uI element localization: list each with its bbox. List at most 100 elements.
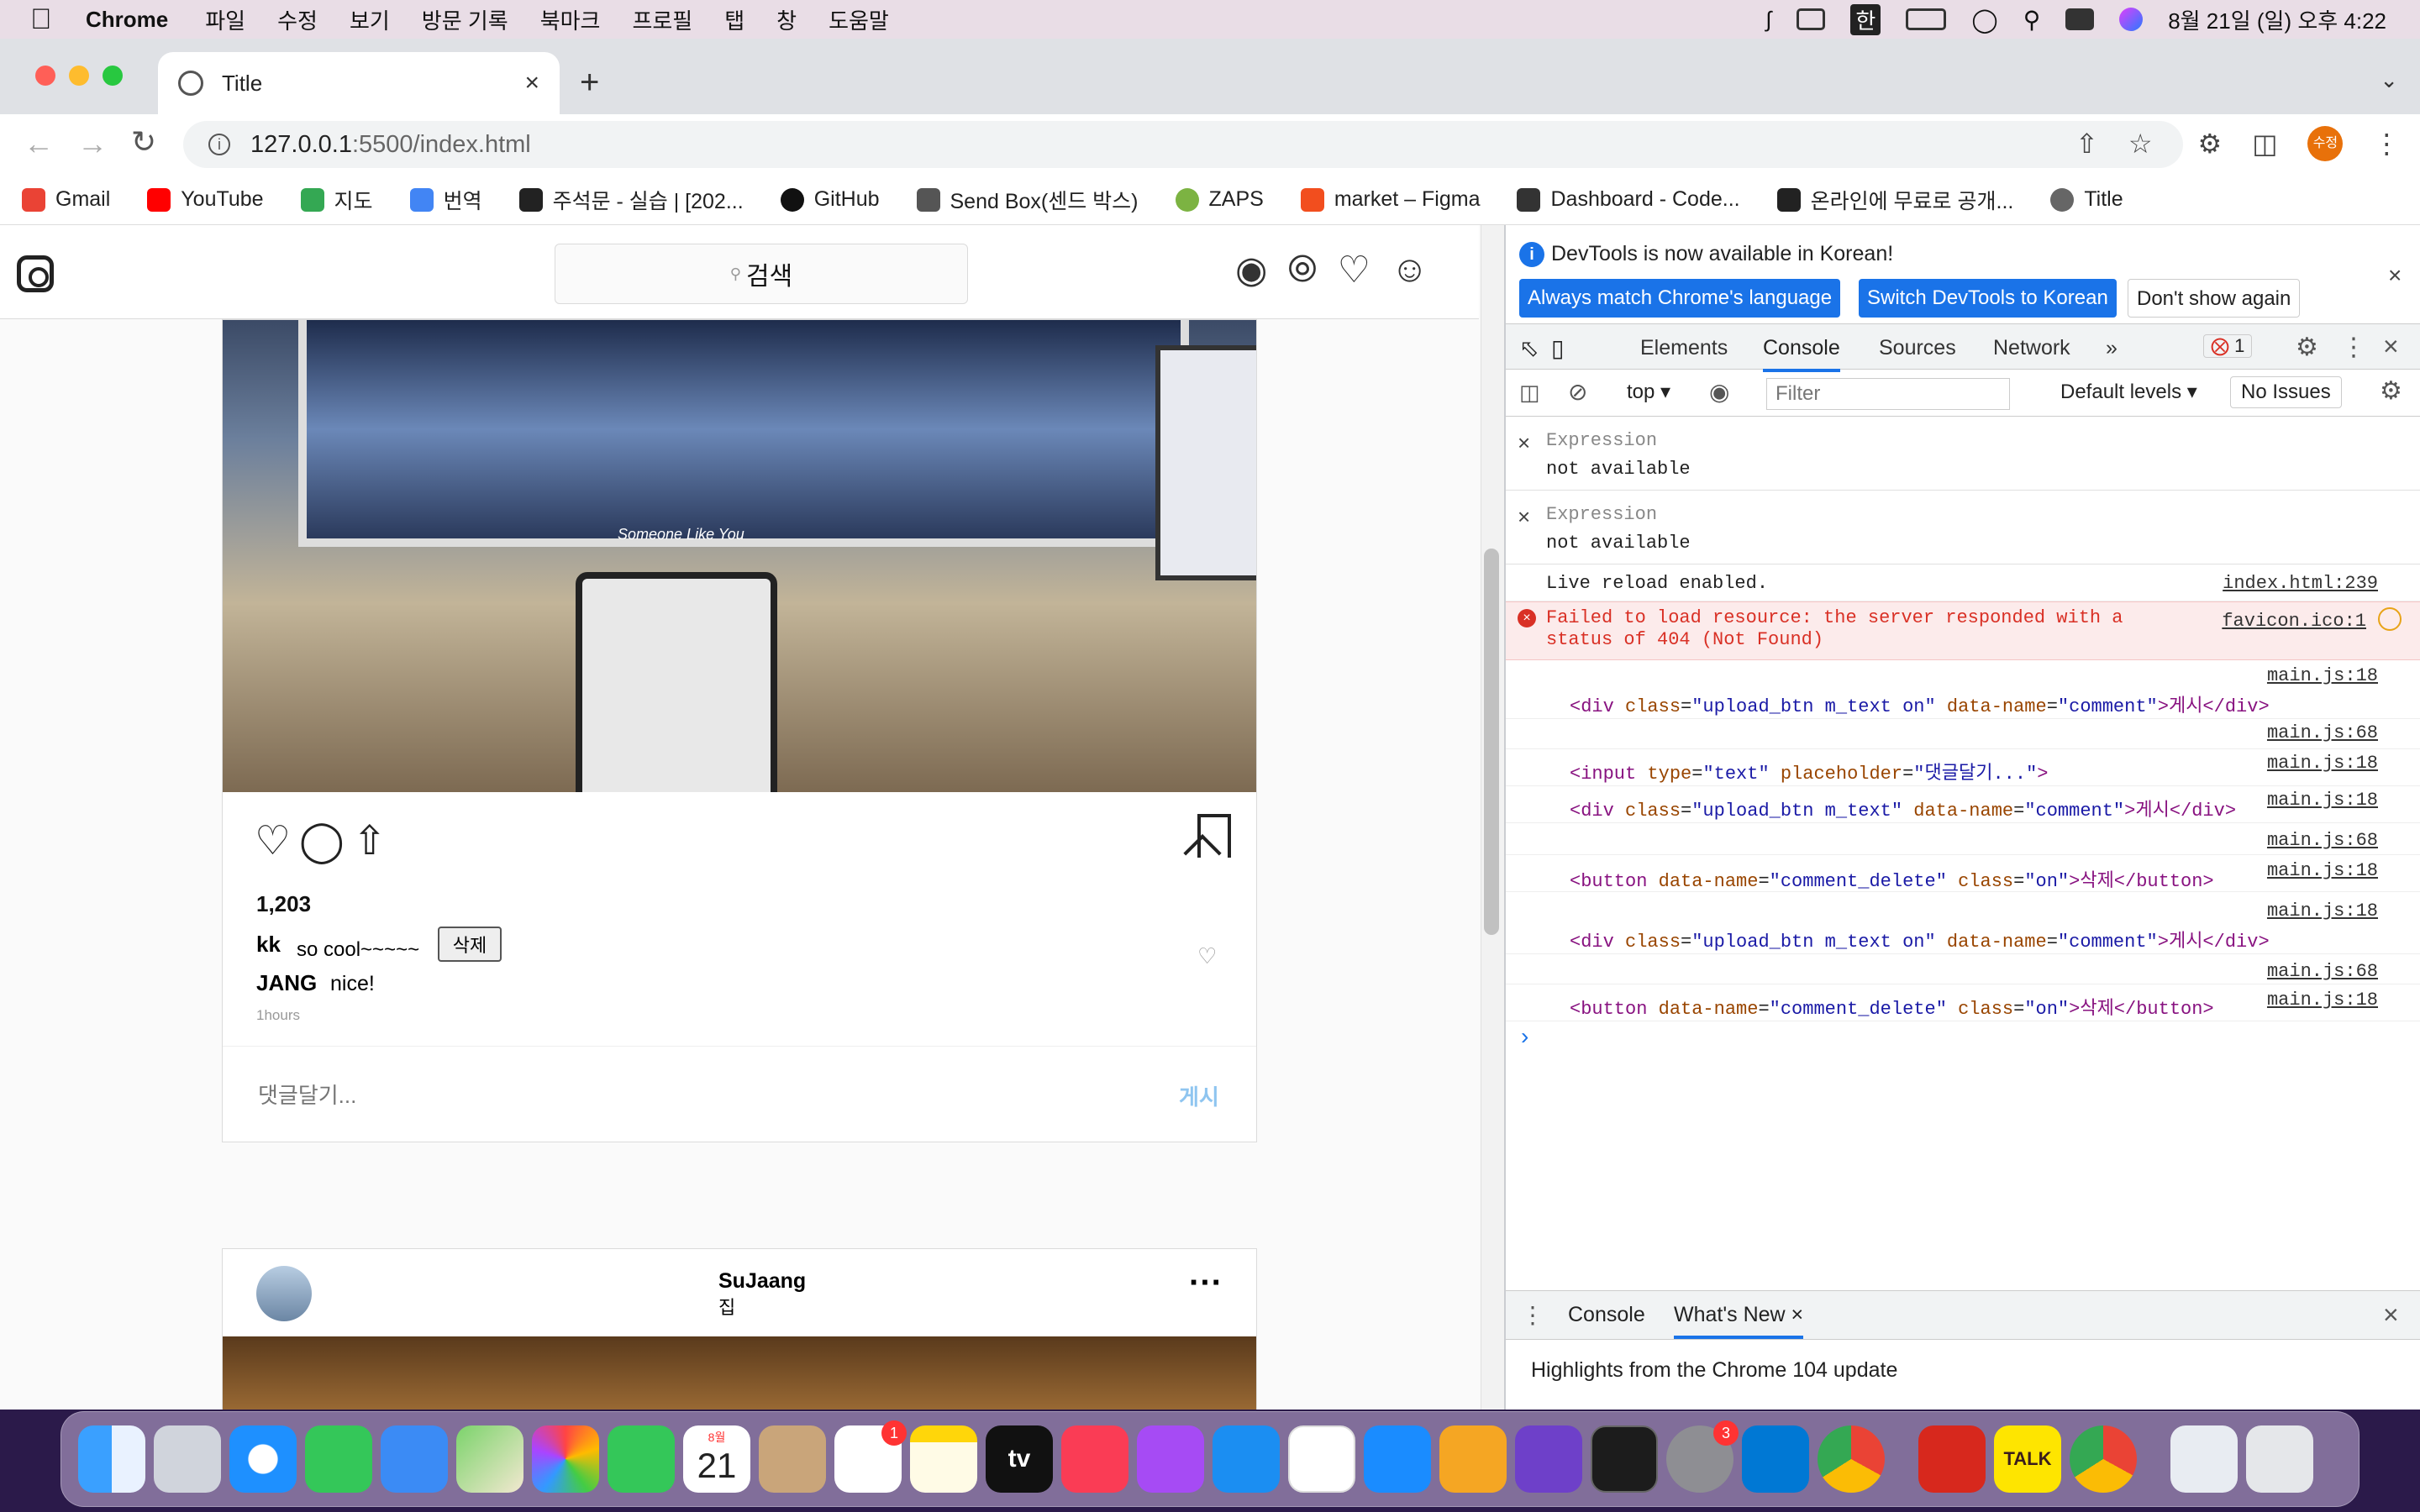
menu-help[interactable]: 도움말 bbox=[829, 4, 889, 35]
app-store-icon[interactable] bbox=[1364, 1425, 1431, 1493]
contacts-icon[interactable] bbox=[759, 1425, 826, 1493]
input-method-icon[interactable]: 한 bbox=[1850, 3, 1881, 35]
match-language-button[interactable]: Always match Chrome's language bbox=[1519, 279, 1841, 318]
facetime-icon[interactable] bbox=[608, 1425, 675, 1493]
log-source-link[interactable]: main.js:18 bbox=[2267, 790, 2378, 811]
messages-icon[interactable] bbox=[305, 1425, 372, 1493]
new-tab-button[interactable]: + bbox=[580, 64, 599, 102]
profile-icon[interactable]: ☺ bbox=[1391, 249, 1428, 291]
log-html[interactable]: <div class="upload_btn m_text on" data-n… bbox=[1570, 926, 2270, 953]
minimize-window-button[interactable] bbox=[69, 66, 89, 86]
comment-delete-button[interactable]: 삭제 bbox=[438, 927, 502, 962]
battery-icon[interactable] bbox=[1906, 8, 1947, 30]
bookmark-figma[interactable]: market – Figma bbox=[1300, 187, 1480, 212]
menu-edit[interactable]: 수정 bbox=[277, 4, 318, 35]
drawer-tab-whats-new[interactable]: What's New × bbox=[1674, 1303, 1804, 1339]
spotlight-icon[interactable]: ⚲ bbox=[2023, 6, 2041, 34]
terminal-icon[interactable] bbox=[1591, 1425, 1658, 1493]
bookmark-star-icon[interactable]: ☆ bbox=[2128, 128, 2153, 160]
remove-expression-icon[interactable]: × bbox=[1518, 430, 1530, 456]
log-html[interactable]: <div class="upload_btn m_text" data-name… bbox=[1570, 795, 2236, 822]
siri-icon[interactable] bbox=[2119, 8, 2144, 31]
expression-label[interactable]: Expression bbox=[1546, 504, 1657, 525]
instagram-logo-icon[interactable] bbox=[17, 255, 54, 292]
log-levels-select[interactable]: Default levels ▾ bbox=[2060, 380, 2197, 404]
github-desktop-icon[interactable] bbox=[1515, 1425, 1582, 1493]
menu-file[interactable]: 파일 bbox=[205, 4, 245, 35]
keynote-icon[interactable] bbox=[1213, 1425, 1280, 1493]
close-devtools-icon[interactable]: × bbox=[2383, 331, 2399, 362]
bookmark-title[interactable]: Title bbox=[2050, 187, 2123, 212]
comment-post-button[interactable]: 게시 bbox=[1179, 1080, 1219, 1111]
close-drawer-tab-icon[interactable]: × bbox=[1791, 1303, 1804, 1326]
site-info-icon[interactable]: i bbox=[208, 134, 230, 155]
console-settings-gear-icon[interactable]: ⚙ bbox=[2380, 376, 2402, 406]
drawer-tab-console[interactable]: Console bbox=[1568, 1303, 1645, 1327]
close-window-button[interactable] bbox=[35, 66, 55, 86]
log-source-link[interactable]: main.js:68 bbox=[2267, 830, 2378, 851]
camera-icon[interactable]: ◉ bbox=[1235, 249, 1267, 291]
trash-icon[interactable] bbox=[2246, 1425, 2313, 1493]
display-icon[interactable] bbox=[1797, 8, 1826, 30]
save-bookmark-icon[interactable] bbox=[1197, 814, 1231, 858]
inspect-element-icon[interactable]: ⬁ bbox=[1519, 334, 1539, 362]
issues-button[interactable]: No Issues bbox=[2230, 376, 2342, 408]
switch-korean-button[interactable]: Switch DevTools to Korean bbox=[1859, 279, 2117, 318]
like-heart-icon[interactable]: ♡ bbox=[255, 817, 291, 864]
tab-sources[interactable]: Sources bbox=[1879, 336, 1956, 360]
network-panel-icon[interactable] bbox=[2378, 607, 2402, 631]
share-icon[interactable]: ⇧ bbox=[353, 817, 387, 864]
maps-icon[interactable] bbox=[456, 1425, 523, 1493]
menu-window[interactable]: 창 bbox=[776, 4, 797, 35]
post-photo[interactable] bbox=[223, 1336, 1256, 1410]
bookmark-gmail[interactable]: Gmail bbox=[22, 187, 110, 212]
tab-search-chevron-icon[interactable]: ⌄ bbox=[2380, 67, 2398, 93]
downloads-stack-icon[interactable] bbox=[2170, 1425, 2238, 1493]
acrobat-icon[interactable] bbox=[1918, 1425, 1986, 1493]
calendar-icon[interactable]: 8월 21 bbox=[683, 1425, 750, 1493]
close-drawer-icon[interactable]: × bbox=[2383, 1299, 2399, 1331]
compass-icon[interactable]: ⦾ bbox=[1287, 249, 1317, 291]
post-username[interactable]: SuJaang bbox=[718, 1269, 806, 1294]
close-banner-icon[interactable]: × bbox=[2388, 262, 2402, 289]
bookmark-youtube[interactable]: YouTube bbox=[147, 187, 264, 212]
menu-app-name[interactable]: Chrome bbox=[86, 7, 168, 33]
comment-like-heart-icon[interactable]: ♡ bbox=[1197, 943, 1217, 969]
bookmark-dashboard[interactable]: Dashboard - Code... bbox=[1517, 187, 1740, 212]
log-source-link[interactable]: main.js:18 bbox=[2267, 990, 2378, 1011]
podcasts-icon[interactable] bbox=[1137, 1425, 1204, 1493]
more-options-icon[interactable]: ··· bbox=[1189, 1264, 1223, 1302]
forward-arrow-icon[interactable]: → bbox=[77, 126, 108, 161]
bookmark-translate[interactable]: 번역 bbox=[409, 185, 482, 215]
bluetooth-icon[interactable]: ∫ bbox=[1765, 7, 1771, 33]
comment-bubble-icon[interactable]: ◯ bbox=[299, 817, 345, 864]
bookmark-online[interactable]: 온라인에 무료로 공개... bbox=[1776, 185, 2013, 215]
tab-network[interactable]: Network bbox=[1993, 336, 2070, 360]
avatar[interactable] bbox=[256, 1266, 312, 1321]
post-photo[interactable]: Someone Like You bbox=[223, 320, 1256, 792]
log-html[interactable]: <button data-name="comment_delete" class… bbox=[1570, 993, 2214, 1020]
log-html[interactable]: <button data-name="comment_delete" class… bbox=[1570, 865, 2214, 892]
error-count-badge[interactable]: ⨂ 1 bbox=[2203, 334, 2253, 358]
safari-icon[interactable] bbox=[229, 1425, 297, 1493]
side-panel-icon[interactable]: ◫ bbox=[2252, 128, 2277, 160]
log-source-link[interactable]: index.html:239 bbox=[2223, 573, 2378, 594]
chrome-icon[interactable] bbox=[1818, 1425, 1885, 1493]
dont-show-again-button[interactable]: Don't show again bbox=[2128, 279, 2301, 318]
log-html[interactable]: <input type="text" placeholder="댓글달기..."… bbox=[1570, 758, 2048, 785]
launchpad-icon[interactable] bbox=[154, 1425, 221, 1493]
apple-tv-icon[interactable]: tv bbox=[986, 1425, 1053, 1493]
numbers-icon[interactable] bbox=[1288, 1425, 1355, 1493]
context-select[interactable]: top ▾ bbox=[1627, 380, 1670, 404]
bookmark-maps[interactable]: 지도 bbox=[300, 185, 373, 215]
log-source-link[interactable]: main.js:68 bbox=[2267, 722, 2378, 743]
back-arrow-icon[interactable]: ← bbox=[24, 126, 54, 161]
photos-icon[interactable] bbox=[532, 1425, 599, 1493]
settings-gear-icon[interactable]: ⚙ bbox=[2296, 333, 2318, 362]
apple-icon[interactable]:  bbox=[30, 4, 60, 34]
menu-view[interactable]: 보기 bbox=[350, 4, 390, 35]
bookmark-github[interactable]: GitHub bbox=[780, 187, 880, 212]
devtools-menu-icon[interactable]: ⋮ bbox=[2341, 333, 2366, 362]
search-box[interactable]: ⚲ 검색 bbox=[555, 244, 968, 304]
reminders-icon[interactable]: 1 bbox=[834, 1420, 907, 1493]
